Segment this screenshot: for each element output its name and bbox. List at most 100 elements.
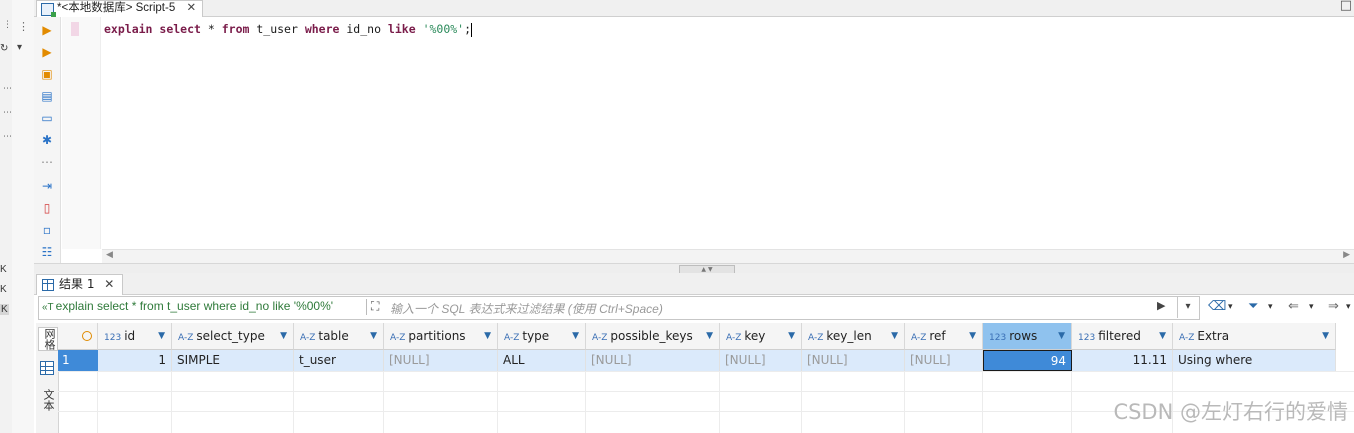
export-icon[interactable]: ⇥ [40, 179, 54, 193]
row-header-corner[interactable] [58, 323, 98, 350]
grid-column-line [904, 371, 905, 433]
sort-dropdown-icon[interactable]: ▼ [158, 323, 165, 349]
chevron-down-icon[interactable]: ▾ [1346, 302, 1351, 312]
tab-result-1[interactable]: 结果 1 ✕ [36, 274, 124, 295]
result-tab-label: 结果 1 [59, 277, 95, 291]
back-icon[interactable]: ⇐ [1288, 299, 1299, 314]
column-header-select-type[interactable]: A-Z select_type ▼ [172, 323, 294, 350]
close-icon[interactable]: ✕ [186, 2, 196, 14]
sort-dropdown-icon[interactable]: ▼ [572, 323, 579, 349]
sort-dropdown-icon[interactable]: ▼ [280, 323, 287, 349]
column-header-partitions[interactable]: A-Z partitions ▼ [384, 323, 498, 350]
column-name: partitions [408, 329, 466, 343]
sql-token: * [200, 22, 222, 36]
sort-dropdown-icon[interactable]: ▼ [1058, 323, 1065, 349]
scroll-left-icon[interactable]: ◀ [106, 250, 113, 260]
column-header-extra[interactable]: A-Z Extra ▼ [1173, 323, 1336, 350]
new-script-icon[interactable]: ▯ [40, 201, 54, 215]
cell-filtered[interactable]: 11.11 [1072, 350, 1173, 371]
execute-statement-icon[interactable]: ▶ [40, 23, 54, 37]
sort-dropdown-icon[interactable]: ▼ [1322, 323, 1329, 349]
grid-line [58, 371, 1354, 372]
cell-partitions[interactable]: [NULL] [384, 350, 498, 371]
grid-column-line [97, 371, 98, 433]
text-type-icon: A-Z [808, 333, 824, 343]
grid-column-line [1071, 371, 1072, 433]
cell-rows[interactable]: 94 [983, 350, 1072, 371]
explain-plan-icon[interactable]: ▤ [40, 89, 54, 103]
column-name: key [744, 329, 766, 343]
sort-dropdown-icon[interactable]: ▼ [788, 323, 795, 349]
sync-icon[interactable]: ↻ [0, 43, 8, 54]
sort-dropdown-icon[interactable]: ▼ [370, 323, 377, 349]
column-header-table[interactable]: A-Z table ▼ [294, 323, 384, 350]
filter-funnel-icon[interactable]: ⏷ [1248, 299, 1258, 314]
chevron-down-icon[interactable]: ▾ [1309, 302, 1314, 312]
sql-token: id_no [339, 22, 388, 36]
left-strip-label: K [0, 304, 9, 315]
terminal-icon[interactable]: ▭ [40, 111, 54, 125]
sql-editor[interactable] [62, 17, 1354, 249]
column-header-id[interactable]: 123 id ▼ [98, 323, 172, 350]
cell-extra[interactable]: Using where [1173, 350, 1336, 371]
text-type-icon: A-Z [300, 333, 316, 343]
column-header-type[interactable]: A-Z type ▼ [498, 323, 586, 350]
cell-ref[interactable]: [NULL] [905, 350, 983, 371]
row-number[interactable]: 1 [58, 350, 98, 371]
vertical-dots-icon[interactable]: ⋮ [18, 20, 29, 33]
column-header-rows[interactable]: 123 rows ▼ [983, 323, 1072, 350]
chevron-down-icon[interactable]: ▾ [17, 42, 22, 53]
forward-icon[interactable]: ⇒ [1328, 299, 1339, 314]
column-name: filtered [1098, 329, 1141, 343]
sql-string: '%00%' [422, 22, 465, 36]
cell-key[interactable]: [NULL] [720, 350, 802, 371]
column-header-key[interactable]: A-Z key ▼ [720, 323, 802, 350]
gear-icon[interactable]: ✱ [40, 133, 54, 147]
column-header-possible-keys[interactable]: A-Z possible_keys ▼ [586, 323, 720, 350]
column-header-filtered[interactable]: 123 filtered ▼ [1072, 323, 1173, 350]
sql-token: ; [464, 22, 472, 36]
tab-text-view[interactable]: 文本 [38, 389, 56, 411]
tab-grid-view[interactable]: 网格 [38, 327, 58, 351]
sql-keyword: explain [104, 22, 153, 36]
filter-query-text[interactable]: «T explain select * from t_user where id_… [42, 299, 333, 313]
outline-icon[interactable]: ☷ [40, 245, 54, 259]
filter-history-dropdown[interactable]: ▾ [1177, 296, 1198, 318]
cell-table[interactable]: t_user [294, 350, 384, 371]
execute-new-tab-icon[interactable]: ▶ [40, 45, 54, 59]
sort-dropdown-icon[interactable]: ▼ [706, 323, 713, 349]
close-icon[interactable]: ✕ [104, 277, 114, 291]
chevron-down-icon[interactable]: ▾ [1268, 302, 1273, 312]
sql-script-icon [41, 3, 56, 17]
tab-script-5[interactable]: *<本地数据库> Script-5 ✕ [36, 0, 204, 17]
cell-select-type[interactable]: SIMPLE [172, 350, 294, 371]
sql-line-1[interactable]: explain select * from t_user where id_no… [104, 22, 473, 37]
cell-id[interactable]: 1 [98, 350, 172, 371]
filter-placeholder[interactable]: 输入一个 SQL 表达式来过滤结果 (使用 Ctrl+Space) [390, 300, 663, 317]
select-all-icon[interactable] [82, 331, 92, 341]
cell-key-len[interactable]: [NULL] [802, 350, 905, 371]
column-header-ref[interactable]: A-Z ref ▼ [905, 323, 983, 350]
chevron-down-icon[interactable]: ▾ [1228, 302, 1233, 312]
grid-column-line [982, 371, 983, 433]
sort-dropdown-icon[interactable]: ▼ [969, 323, 976, 349]
editor-horizontal-scrollbar[interactable]: ◀ ▶ [102, 249, 1354, 264]
cell-type[interactable]: ALL [498, 350, 586, 371]
text-type-icon: A-Z [390, 333, 406, 343]
variables-icon[interactable]: ▫ [40, 223, 54, 237]
sort-dropdown-icon[interactable]: ▼ [1159, 323, 1166, 349]
apply-filter-icon[interactable]: ▶ [1157, 299, 1165, 312]
sort-dropdown-icon[interactable]: ▼ [891, 323, 898, 349]
column-header-key-len[interactable]: A-Z key_len ▼ [802, 323, 905, 350]
eraser-icon[interactable]: ⌫ [1208, 299, 1226, 314]
expand-icon[interactable]: ⛶ [371, 299, 379, 314]
restore-window-button[interactable]: □ [1340, 0, 1352, 13]
scroll-right-icon[interactable]: ▶ [1343, 250, 1350, 260]
cell-possible-keys[interactable]: [NULL] [586, 350, 720, 371]
watermark: CSDN @左灯右行的爱情 [1113, 400, 1348, 424]
sort-dropdown-icon[interactable]: ▼ [484, 323, 491, 349]
text-type-icon: A-Z [726, 333, 742, 343]
grid-icon[interactable] [40, 361, 54, 375]
execute-script-icon[interactable]: ▣ [40, 67, 54, 81]
